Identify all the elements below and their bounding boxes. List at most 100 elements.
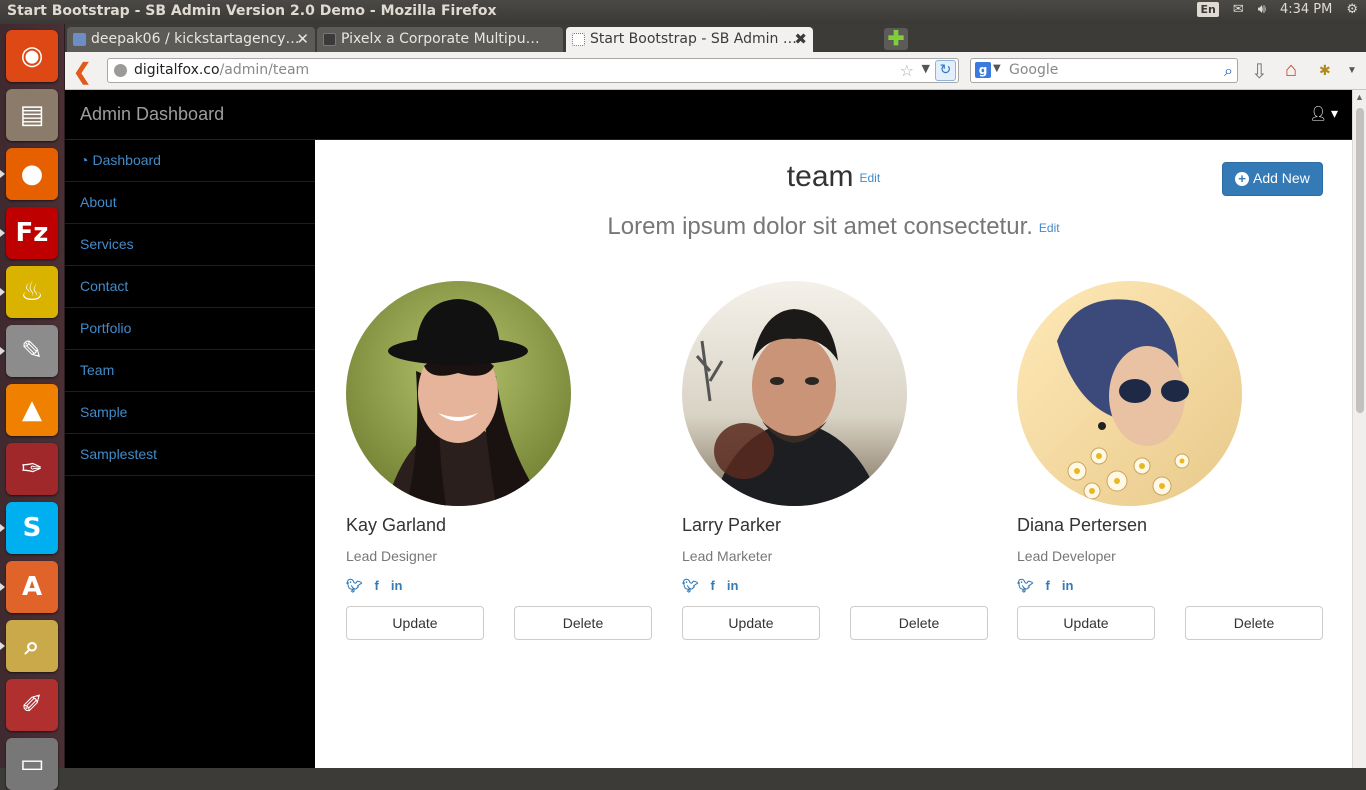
browser-tab-pixelx[interactable]: Pixelx a Corporate Multipu… xyxy=(317,27,563,52)
vlc-icon[interactable]: ▲ xyxy=(6,384,58,436)
sidebar-item-about[interactable]: About xyxy=(65,182,315,224)
teapot-icon[interactable]: ♨ xyxy=(6,266,58,318)
sidebar-item-label: About xyxy=(80,194,117,210)
back-arrow-icon[interactable]: ❮ xyxy=(73,59,91,85)
member-photo xyxy=(1017,281,1242,506)
social-links: 🐦︎ f in xyxy=(1017,578,1073,594)
member-name: Kay Garland xyxy=(346,515,447,535)
main-content: team Edit Lorem ipsum dolor sit amet cons… xyxy=(315,140,1352,768)
url-path: /admin/team xyxy=(219,62,310,78)
team-member-card: Larry Parker Lead Marketer 🐦︎ f in Updat… xyxy=(682,281,988,641)
browser-tab-sbadmin[interactable]: Start Bootstrap - SB Admin … ✖ xyxy=(566,27,813,52)
window-title: Start Bootstrap - SB Admin Version 2.0 D… xyxy=(7,3,497,19)
close-icon[interactable]: ✖ xyxy=(794,30,807,48)
scroll-up-arrow-icon[interactable]: ▲ xyxy=(1355,92,1364,102)
facebook-icon[interactable]: f xyxy=(1046,578,1050,594)
navbar-brand[interactable]: Admin Dashboard xyxy=(80,104,224,125)
image-viewer-icon[interactable]: ⌕ xyxy=(6,620,58,672)
new-tab-button[interactable]: ✚ xyxy=(884,28,908,50)
linkedin-icon[interactable]: in xyxy=(391,578,403,594)
plus-circle-icon: + xyxy=(1235,172,1249,186)
chevron-down-icon[interactable]: ▼ xyxy=(922,62,930,75)
delete-button[interactable]: Delete xyxy=(1185,606,1323,640)
page-scrollbar[interactable]: ▲ xyxy=(1352,90,1366,768)
browser-navigation-bar: ❮ digitalfox.co/admin/team ☆ ▼ ↻ g ▼ Goo… xyxy=(65,52,1366,90)
search-placeholder: Google xyxy=(1009,62,1059,78)
home-icon[interactable]: ⌂ xyxy=(1285,59,1297,82)
sidebar-item-sample[interactable]: Sample xyxy=(65,392,315,434)
facebook-icon[interactable]: f xyxy=(375,578,379,594)
twitter-icon[interactable]: 🐦︎ xyxy=(1017,578,1034,594)
filezilla-icon[interactable]: Fz xyxy=(6,207,58,259)
edit-subtitle-link[interactable]: Edit xyxy=(1039,221,1060,235)
add-new-button[interactable]: + Add New xyxy=(1222,162,1323,196)
gear-icon[interactable]: ⚙ xyxy=(1346,2,1358,17)
running-indicator xyxy=(0,524,5,532)
twitter-icon[interactable]: 🐦︎ xyxy=(346,578,363,594)
social-links: 🐦︎ f in xyxy=(682,578,738,594)
add-new-label: Add New xyxy=(1253,170,1310,186)
dashboard-gauge-icon: ◔ xyxy=(80,152,89,168)
chevron-down-icon[interactable]: ▼ xyxy=(1347,65,1357,76)
close-icon[interactable]: ✕ xyxy=(296,30,309,48)
unity-launcher: ◉ ▤ ● Fz ♨ ✎ ▲ ✑ S A ⌕ ✐ ▭ xyxy=(0,24,65,790)
globe-icon xyxy=(114,64,127,77)
browser-tab-github[interactable]: deepak06 / kickstartagency… ✕ xyxy=(67,27,315,52)
linkedin-icon[interactable]: in xyxy=(1062,578,1074,594)
sidebar-item-portfolio[interactable]: Portfolio xyxy=(65,308,315,350)
paint-icon[interactable]: ✐ xyxy=(6,679,58,731)
trash-icon[interactable]: ▭ xyxy=(6,738,58,790)
running-indicator xyxy=(0,583,5,591)
edit-title-link[interactable]: Edit xyxy=(860,171,881,185)
delete-button[interactable]: Delete xyxy=(514,606,652,640)
color-picker-icon[interactable]: ✑ xyxy=(6,443,58,495)
keyboard-layout-indicator[interactable]: En xyxy=(1197,2,1219,17)
page-title: team xyxy=(786,160,854,193)
os-top-panel: Start Bootstrap - SB Admin Version 2.0 D… xyxy=(0,0,1366,24)
member-role: Lead Designer xyxy=(346,548,438,564)
skype-icon[interactable]: S xyxy=(6,502,58,554)
member-name: Larry Parker xyxy=(682,515,782,535)
sidebar-item-label: Contact xyxy=(80,278,129,294)
facebook-icon[interactable]: f xyxy=(711,578,715,594)
update-button[interactable]: Update xyxy=(1017,606,1155,640)
delete-button[interactable]: Delete xyxy=(850,606,988,640)
admin-top-navbar: Admin Dashboard 👤︎ ▾ xyxy=(65,90,1352,140)
page-title-block: team Edit xyxy=(315,160,1352,194)
update-button[interactable]: Update xyxy=(682,606,820,640)
volume-icon[interactable]: 🔊︎ xyxy=(1258,2,1266,17)
user-dropdown-toggle[interactable]: 👤︎ ▾ xyxy=(1309,105,1338,122)
update-button[interactable]: Update xyxy=(346,606,484,640)
software-center-icon[interactable]: A xyxy=(6,561,58,613)
sidebar-item-label: Services xyxy=(80,236,134,252)
sidebar-item-dashboard[interactable]: ◔ Dashboard xyxy=(65,140,315,182)
settings-window-icon[interactable]: ✎ xyxy=(6,325,58,377)
search-bar[interactable]: g ▼ Google ⌕ xyxy=(970,58,1238,83)
firefox-icon[interactable]: ● xyxy=(6,148,58,200)
files-icon[interactable]: ▤ xyxy=(6,89,58,141)
google-engine-icon[interactable]: g xyxy=(975,62,991,78)
url-bar[interactable]: digitalfox.co/admin/team ☆ ▼ ↻ xyxy=(107,58,959,83)
chevron-down-icon[interactable]: ▼ xyxy=(993,63,1001,74)
reload-icon[interactable]: ↻ xyxy=(935,60,956,81)
firebug-icon[interactable]: ✱ xyxy=(1319,62,1331,79)
twitter-icon[interactable]: 🐦︎ xyxy=(682,578,699,594)
linkedin-icon[interactable]: in xyxy=(727,578,739,594)
member-photo xyxy=(346,281,571,506)
sidebar-item-contact[interactable]: Contact xyxy=(65,266,315,308)
page-subtitle: Lorem ipsum dolor sit amet consectetur. xyxy=(607,213,1033,240)
scrollbar-thumb[interactable] xyxy=(1356,108,1364,413)
bookmark-star-icon[interactable]: ☆ xyxy=(900,61,914,80)
search-icon[interactable]: ⌕ xyxy=(1224,61,1233,81)
sidebar-item-services[interactable]: Services xyxy=(65,224,315,266)
admin-sidebar: ◔ Dashboard About Services Contact Portfo… xyxy=(65,140,315,768)
download-arrow-icon[interactable]: ⇩ xyxy=(1251,59,1268,84)
sidebar-item-team[interactable]: Team xyxy=(65,350,315,392)
member-role: Lead Developer xyxy=(1017,548,1116,564)
ubuntu-home-icon[interactable]: ◉ xyxy=(6,30,58,82)
caret-down-icon: ▾ xyxy=(1330,105,1338,121)
clock[interactable]: 4:34 PM xyxy=(1280,2,1332,17)
sidebar-item-samplestest[interactable]: Samplestest xyxy=(65,434,315,476)
mail-icon[interactable]: ✉ xyxy=(1233,2,1244,17)
sidebar-item-label: Team xyxy=(80,362,115,378)
